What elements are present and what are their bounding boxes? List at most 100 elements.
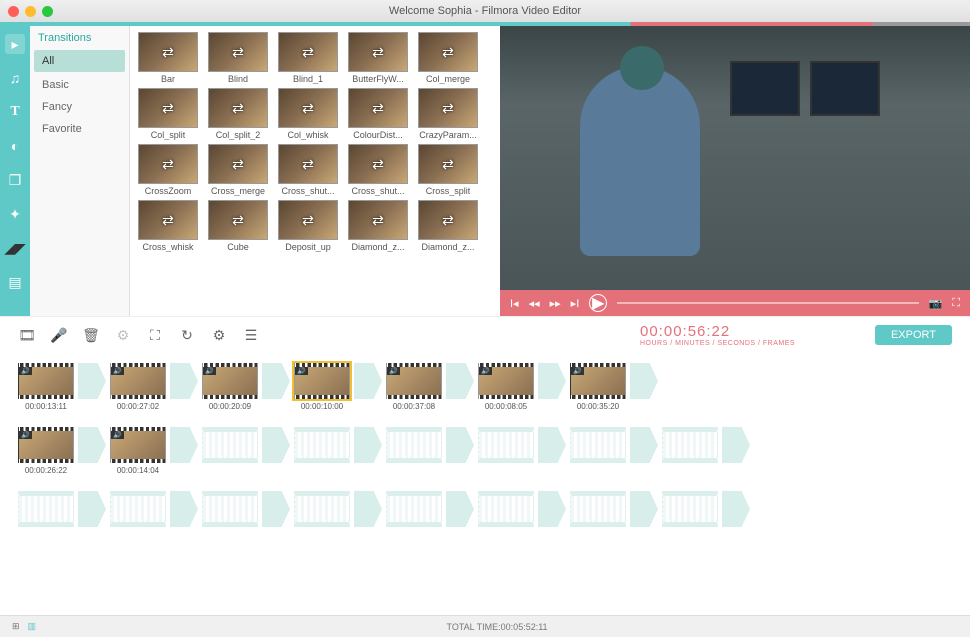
empty-clip-placeholder[interactable] — [662, 427, 718, 463]
seek-bar[interactable] — [617, 302, 918, 304]
transition-slot[interactable] — [354, 363, 382, 399]
delete-button[interactable]: 🗑 — [82, 326, 100, 344]
transition-slot[interactable] — [262, 363, 290, 399]
overlays-tab-icon[interactable]: ❐ — [5, 170, 25, 190]
rotate-button[interactable]: ↻ — [178, 326, 196, 344]
goto-start-button[interactable]: I◂ — [510, 297, 519, 310]
export-button[interactable]: EXPORT — [875, 325, 952, 345]
transitions-tab-icon[interactable]: ▤ — [5, 272, 25, 292]
snapshot-button[interactable]: 📷 — [929, 297, 943, 310]
transition-slot[interactable] — [722, 491, 750, 527]
transition-thumb[interactable]: Blind — [204, 32, 272, 84]
settings-button[interactable]: ⚙ — [210, 326, 228, 344]
close-window-button[interactable] — [8, 6, 19, 17]
empty-clip-placeholder[interactable] — [662, 491, 718, 527]
category-item-fancy[interactable]: Fancy — [30, 96, 129, 118]
empty-clip-placeholder[interactable] — [386, 491, 442, 527]
transition-slot[interactable] — [446, 363, 474, 399]
transition-slot[interactable] — [354, 491, 382, 527]
video-preview[interactable] — [500, 26, 970, 290]
clip-thumbnail[interactable] — [570, 363, 626, 399]
transition-thumb[interactable]: Diamond_z... — [414, 200, 482, 252]
clip-thumbnail[interactable] — [478, 363, 534, 399]
clip-thumbnail[interactable] — [18, 427, 74, 463]
transition-thumb[interactable]: Col_split — [134, 88, 202, 140]
transition-slot[interactable] — [538, 363, 566, 399]
transition-slot[interactable] — [538, 427, 566, 463]
timeline-clip[interactable]: 00:00:13:11 — [18, 363, 74, 411]
timeline-clip[interactable]: 00:00:35:20 — [570, 363, 626, 411]
category-item-all[interactable]: All — [34, 50, 125, 72]
clip-thumbnail[interactable] — [110, 427, 166, 463]
transition-slot[interactable] — [722, 427, 750, 463]
clip-thumbnail[interactable] — [294, 363, 350, 399]
edit-button[interactable]: ⚙ — [114, 326, 132, 344]
transition-thumb[interactable]: Col_split_2 — [204, 88, 272, 140]
transition-thumb[interactable]: Blind_1 — [274, 32, 342, 84]
clip-thumbnail[interactable] — [110, 363, 166, 399]
transition-thumb[interactable]: Bar — [134, 32, 202, 84]
timeline-clip[interactable]: 00:00:26:22 — [18, 427, 74, 475]
crop-button[interactable]: ⛶ — [146, 326, 164, 344]
add-media-button[interactable]: 🎞 — [18, 326, 36, 344]
transition-thumb[interactable]: Deposit_up — [274, 200, 342, 252]
category-item-favorite[interactable]: Favorite — [30, 118, 129, 140]
transition-thumb[interactable]: Col_whisk — [274, 88, 342, 140]
transition-slot[interactable] — [354, 427, 382, 463]
transition-slot[interactable] — [630, 427, 658, 463]
transition-slot[interactable] — [262, 491, 290, 527]
minimize-window-button[interactable] — [25, 6, 36, 17]
timeline-view-button[interactable]: ▥ — [28, 621, 37, 632]
transition-thumb[interactable]: Cross_whisk — [134, 200, 202, 252]
transition-slot[interactable] — [170, 427, 198, 463]
transition-thumb[interactable]: Cross_split — [414, 144, 482, 196]
timeline-clip[interactable]: 00:00:10:00 — [294, 363, 350, 411]
empty-clip-placeholder[interactable] — [386, 427, 442, 463]
text-tab-icon[interactable]: T — [5, 102, 25, 122]
transition-thumb[interactable]: Cross_merge — [204, 144, 272, 196]
media-tab-icon[interactable]: ▸ — [5, 34, 25, 54]
play-button[interactable]: ▶ — [589, 294, 607, 312]
category-item-basic[interactable]: Basic — [30, 74, 129, 96]
empty-clip-placeholder[interactable] — [570, 491, 626, 527]
timeline-clip[interactable]: 00:00:37:08 — [386, 363, 442, 411]
goto-end-button[interactable]: ▸I — [571, 297, 580, 310]
clip-thumbnail[interactable] — [18, 363, 74, 399]
elements-tab-icon[interactable]: ✦ — [5, 204, 25, 224]
adjust-button[interactable]: ☰ — [242, 326, 260, 344]
timeline-clip[interactable]: 00:00:20:09 — [202, 363, 258, 411]
transition-thumb[interactable]: CrazyParam... — [414, 88, 482, 140]
transition-thumb[interactable]: Col_merge — [414, 32, 482, 84]
empty-clip-placeholder[interactable] — [294, 491, 350, 527]
transition-slot[interactable] — [446, 427, 474, 463]
transition-slot[interactable] — [630, 363, 658, 399]
transition-thumb[interactable]: Cube — [204, 200, 272, 252]
transition-thumb[interactable]: CrossZoom — [134, 144, 202, 196]
empty-clip-placeholder[interactable] — [294, 427, 350, 463]
transition-slot[interactable] — [538, 491, 566, 527]
storyboard-view-button[interactable]: ⊞ — [12, 621, 20, 632]
transition-slot[interactable] — [170, 363, 198, 399]
transition-slot[interactable] — [630, 491, 658, 527]
timeline-clip[interactable]: 00:00:27:02 — [110, 363, 166, 411]
transition-thumb[interactable]: ColourDist... — [344, 88, 412, 140]
empty-clip-placeholder[interactable] — [202, 491, 258, 527]
splitscreen-tab-icon[interactable]: ◢◤ — [5, 238, 25, 258]
transition-slot[interactable] — [78, 491, 106, 527]
empty-clip-placeholder[interactable] — [110, 491, 166, 527]
timeline-clip[interactable]: 00:00:14:04 — [110, 427, 166, 475]
empty-clip-placeholder[interactable] — [570, 427, 626, 463]
empty-clip-placeholder[interactable] — [18, 491, 74, 527]
transition-slot[interactable] — [78, 363, 106, 399]
clip-thumbnail[interactable] — [386, 363, 442, 399]
transition-slot[interactable] — [170, 491, 198, 527]
filters-tab-icon[interactable]: ◐ — [5, 136, 25, 156]
record-voiceover-button[interactable]: 🎤 — [50, 326, 68, 344]
transition-slot[interactable] — [262, 427, 290, 463]
empty-clip-placeholder[interactable] — [202, 427, 258, 463]
zoom-window-button[interactable] — [42, 6, 53, 17]
next-frame-button[interactable]: ▸▸ — [550, 297, 561, 310]
transition-thumb[interactable]: ButterFlyW... — [344, 32, 412, 84]
empty-clip-placeholder[interactable] — [478, 427, 534, 463]
prev-frame-button[interactable]: ◂◂ — [529, 297, 540, 310]
